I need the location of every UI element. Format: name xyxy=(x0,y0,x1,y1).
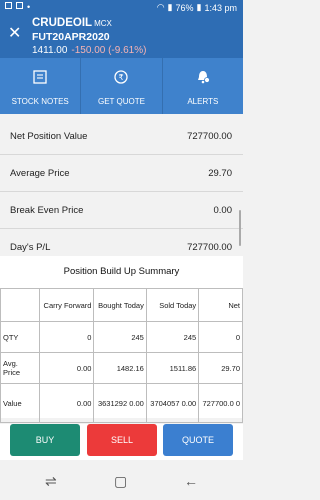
recent-apps-icon[interactable]: ⇌ xyxy=(45,473,57,490)
table-cell: 0 xyxy=(198,321,243,353)
position-summary: Net Position Value 727700.00 Average Pri… xyxy=(0,118,243,266)
table-row: QTY 0 245 245 0 xyxy=(0,321,243,353)
close-icon[interactable]: ✕ xyxy=(8,26,21,42)
image-icon xyxy=(16,2,23,9)
sell-button[interactable]: SELL xyxy=(87,424,157,456)
summary-label: Break Even Price xyxy=(10,204,84,216)
alerts-label: ALERTS xyxy=(187,97,219,106)
table-cell: 727700.0 0 xyxy=(198,383,243,423)
status-bar: • ◠ ▮ 76% ▮ 1:43 pm xyxy=(0,0,243,14)
get-quote-button[interactable]: ₹ GET QUOTE xyxy=(81,58,163,114)
clock: 1:43 pm xyxy=(204,2,237,13)
table-cell: 0 xyxy=(38,321,95,353)
table-header: Bought Today xyxy=(93,288,147,322)
last-price: 1411.00 xyxy=(32,45,68,56)
more-notifications-icon: • xyxy=(27,2,31,12)
table-cell: 1482.16 xyxy=(93,352,147,384)
table-cell: 29.70 xyxy=(198,352,243,384)
back-icon[interactable]: ← xyxy=(184,473,198,489)
battery-percent: 76% xyxy=(175,2,194,13)
instrument-header: ✕ CRUDEOIL MCX FUT20APR2020 1411.00 -150.0… xyxy=(0,14,243,58)
notes-icon xyxy=(33,70,47,84)
table-header: Net xyxy=(198,288,243,322)
table-cell: 1511.86 xyxy=(145,352,200,384)
table-cell: 3704057 0.00 xyxy=(145,383,200,423)
table-header: Sold Today xyxy=(145,288,200,322)
summary-label: Day's P/L xyxy=(10,241,51,253)
symbol: CRUDEOIL xyxy=(32,17,93,29)
table-cell: 3631292 0.00 xyxy=(93,383,147,423)
bell-plus-icon xyxy=(197,71,210,84)
stock-notes-label: STOCK NOTES xyxy=(11,97,69,106)
build-up-table: Carry Forward Bought Today Sold Today Ne… xyxy=(0,288,243,423)
table-cell: 245 xyxy=(93,321,147,353)
home-icon[interactable]: ▢ xyxy=(114,473,127,490)
build-up-title: Position Build Up Summary xyxy=(63,266,180,277)
buy-button[interactable]: BUY xyxy=(10,424,80,456)
price-line: 1411.00 -150.00 (-9.61%) xyxy=(32,45,146,56)
position-build-up: Position Build Up Summary Carry Forward … xyxy=(0,256,243,423)
scrollbar[interactable] xyxy=(239,210,241,246)
table-header-row: Carry Forward Bought Today Sold Today Ne… xyxy=(0,288,243,322)
exchange: MCX xyxy=(94,19,112,28)
row-label: QTY xyxy=(0,321,40,353)
rupee-icon: ₹ xyxy=(114,70,129,84)
price-change: -150.00 (-9.61%) xyxy=(71,45,147,56)
summary-row-break-even: Break Even Price 0.00 xyxy=(0,192,243,229)
quote-button[interactable]: QUOTE xyxy=(163,424,233,456)
row-label: Avg. Price xyxy=(0,352,40,384)
table-header: Carry Forward xyxy=(38,288,95,322)
system-nav-bar: ⇌ ▢ ← xyxy=(0,466,243,500)
summary-row-average-price: Average Price 29.70 xyxy=(0,155,243,192)
signal-icon: ▮ xyxy=(167,2,173,12)
summary-label: Average Price xyxy=(10,167,70,179)
trade-buttons: BUY SELL QUOTE xyxy=(0,424,243,460)
contract-name: FUT20APR2020 xyxy=(32,31,110,43)
summary-row-net-position: Net Position Value 727700.00 xyxy=(0,118,243,155)
battery-icon: ▮ xyxy=(196,2,202,12)
summary-value: 29.70 xyxy=(208,167,232,179)
summary-label: Net Position Value xyxy=(10,130,88,142)
alerts-button[interactable]: ALERTS xyxy=(163,58,243,114)
summary-value: 727700.00 xyxy=(187,130,232,142)
wifi-icon: ◠ xyxy=(156,2,165,12)
row-label: Value xyxy=(0,383,40,423)
table-cell: 0.00 xyxy=(38,383,95,423)
notification-icons: • xyxy=(5,2,30,12)
table-cell: 0.00 xyxy=(38,352,95,384)
stock-notes-button[interactable]: STOCK NOTES xyxy=(0,58,82,114)
action-bar: STOCK NOTES ₹ GET QUOTE ALERTS xyxy=(0,58,243,114)
gallery-icon xyxy=(5,2,12,9)
table-cell: 245 xyxy=(145,321,200,353)
svg-text:₹: ₹ xyxy=(119,73,124,82)
table-row: Value 0.00 3631292 0.00 3704057 0.00 727… xyxy=(0,383,243,423)
instrument-title: CRUDEOIL MCX xyxy=(32,17,112,29)
table-header xyxy=(0,288,40,322)
summary-value: 0.00 xyxy=(213,204,233,216)
get-quote-label: GET QUOTE xyxy=(98,97,145,106)
table-row: Avg. Price 0.00 1482.16 1511.86 29.70 xyxy=(0,352,243,384)
summary-value: 727700.00 xyxy=(187,241,232,253)
